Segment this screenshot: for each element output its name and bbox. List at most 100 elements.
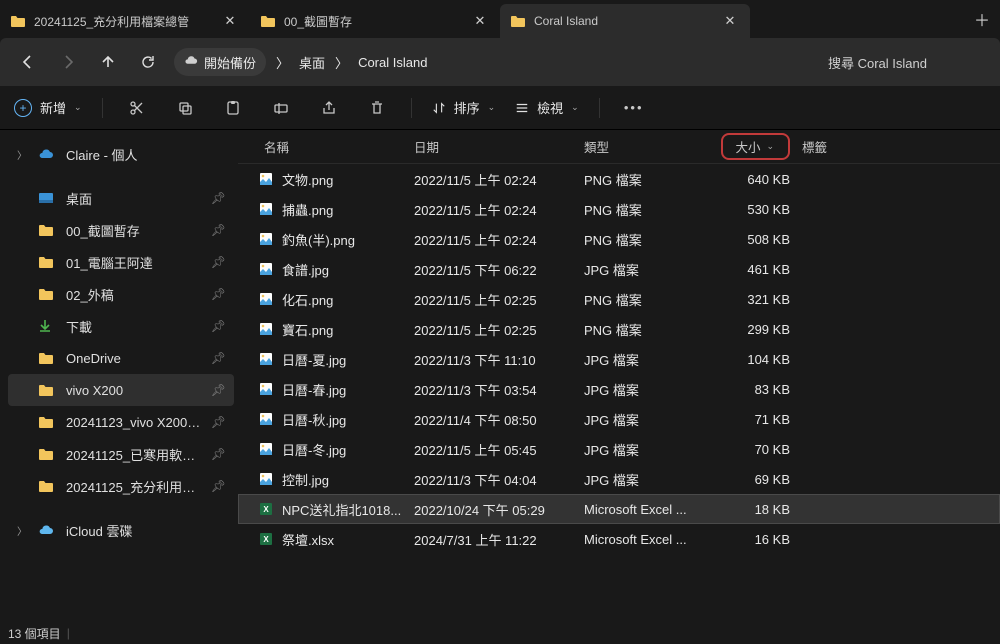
file-name: 日曆-秋.jpg (282, 410, 408, 429)
file-row[interactable]: 日曆-冬.jpg2022/11/5 上午 05:45JPG 檔案70 KB (238, 434, 1000, 464)
file-row[interactable]: 文物.png2022/11/5 上午 02:24PNG 檔案640 KB (238, 164, 1000, 194)
file-type: JPG 檔案 (578, 440, 708, 459)
pin-icon: 📌︎ (211, 447, 226, 461)
nav-icloud[interactable]: 〉 iCloud 雲碟 (8, 514, 234, 546)
file-size: 508 KB (708, 232, 796, 247)
sidebar-item[interactable]: OneDrive📌︎ (8, 342, 234, 374)
separator (599, 98, 600, 118)
column-header-name[interactable]: 名稱 (258, 137, 408, 156)
forward-button[interactable] (50, 44, 86, 80)
file-date: 2022/11/5 下午 06:22 (408, 260, 578, 279)
file-row[interactable]: 捕蟲.png2022/11/5 上午 02:24PNG 檔案530 KB (238, 194, 1000, 224)
pin-icon: 📌︎ (211, 415, 226, 429)
close-icon[interactable]: ✕ (220, 13, 240, 29)
tab[interactable]: 20241125_充分利用檔案總管✕ (0, 4, 250, 38)
cloud-sync-icon (184, 55, 198, 69)
file-date: 2022/11/5 上午 02:24 (408, 230, 578, 249)
tab[interactable]: Coral Island✕ (500, 4, 750, 38)
file-size: 70 KB (708, 442, 796, 457)
close-icon[interactable]: ✕ (720, 13, 740, 29)
file-name: 控制.jpg (282, 470, 408, 489)
navigation-pane[interactable]: 〉 Claire - 個人 桌面📌︎00_截圖暫存📌︎01_電腦王阿達📌︎02_… (0, 130, 238, 622)
sidebar-item[interactable]: 20241125_充分利用檔案總管📌︎ (8, 470, 234, 502)
sidebar-item-label: 02_外稿 (66, 285, 201, 304)
sidebar-item[interactable]: 00_截圖暫存📌︎ (8, 214, 234, 246)
sidebar-item-label: 20241125_充分利用檔案總管 (66, 477, 201, 496)
file-type-icon (258, 381, 274, 397)
pin-icon: 📌︎ (211, 351, 226, 365)
file-date: 2024/7/31 上午 11:22 (408, 530, 578, 549)
sidebar-item[interactable]: 下載📌︎ (8, 310, 234, 342)
new-tab-button[interactable]: ＋ (964, 7, 1000, 31)
file-row[interactable]: 釣魚(半).png2022/11/5 上午 02:24PNG 檔案508 KB (238, 224, 1000, 254)
plus-icon: + (14, 99, 32, 117)
file-row[interactable]: 食譜.jpg2022/11/5 下午 06:22JPG 檔案461 KB (238, 254, 1000, 284)
delete-button[interactable] (363, 94, 391, 122)
file-row[interactable]: 日曆-夏.jpg2022/11/3 下午 11:10JPG 檔案104 KB (238, 344, 1000, 374)
sidebar-item[interactable]: vivo X200📌︎ (8, 374, 234, 406)
download-icon (38, 318, 56, 334)
view-button[interactable]: 檢視 ⌄ (515, 98, 579, 117)
file-date: 2022/11/3 下午 04:04 (408, 470, 578, 489)
back-button[interactable] (10, 44, 46, 80)
breadcrumb[interactable]: 開始備份 〉 桌面 〉 Coral Island (170, 46, 816, 78)
file-size: 16 KB (708, 532, 796, 547)
crumb-current[interactable]: Coral Island (358, 55, 427, 70)
svg-text:X: X (263, 505, 269, 514)
column-header-date[interactable]: 日期 (408, 137, 578, 156)
search-input[interactable]: 搜尋 Coral Island (820, 53, 990, 72)
column-header-type[interactable]: 類型 (578, 137, 708, 156)
pin-icon: 📌︎ (211, 383, 226, 397)
file-date: 2022/11/3 下午 11:10 (408, 350, 578, 369)
column-header-tags[interactable]: 標籤 (796, 137, 854, 156)
cut-button[interactable] (123, 94, 151, 122)
file-row[interactable]: XNPC送礼指北1018...2022/10/24 下午 05:29Micros… (238, 494, 1000, 524)
file-date: 2022/11/5 上午 02:25 (408, 290, 578, 309)
file-type-icon (258, 351, 274, 367)
file-type: Microsoft Excel ... (578, 532, 708, 547)
chevron-right-icon: 〉 (16, 523, 28, 538)
file-row[interactable]: 日曆-春.jpg2022/11/3 下午 03:54JPG 檔案83 KB (238, 374, 1000, 404)
crumb-desktop[interactable]: 桌面 (299, 53, 325, 72)
more-button[interactable]: ••• (620, 94, 648, 122)
refresh-button[interactable] (130, 44, 166, 80)
up-button[interactable] (90, 44, 126, 80)
sidebar-item[interactable]: 20241123_vivo X200 Pro📌︎ (8, 406, 234, 438)
file-name: 捕蟲.png (282, 200, 408, 219)
file-date: 2022/11/5 上午 05:45 (408, 440, 578, 459)
sidebar-item[interactable]: 02_外稿 📌︎ (8, 278, 234, 310)
file-name: 化石.png (282, 290, 408, 309)
column-header-size[interactable]: 大小 ⌄ (708, 133, 796, 160)
folder-icon (38, 478, 56, 494)
file-name: 釣魚(半).png (282, 230, 408, 249)
close-icon[interactable]: ✕ (470, 13, 490, 29)
paste-button[interactable] (219, 94, 247, 122)
folder-icon (38, 446, 56, 462)
file-size: 321 KB (708, 292, 796, 307)
sidebar-item[interactable]: 桌面📌︎ (8, 182, 234, 214)
view-icon (515, 101, 529, 115)
tab[interactable]: 00_截圖暫存✕ (250, 4, 500, 38)
sort-button[interactable]: 排序 ⌄ (432, 98, 496, 117)
file-row[interactable]: 控制.jpg2022/11/3 下午 04:04JPG 檔案69 KB (238, 464, 1000, 494)
share-button[interactable] (315, 94, 343, 122)
nav-onedrive-personal[interactable]: 〉 Claire - 個人 (8, 138, 234, 170)
file-row[interactable]: X祭壇.xlsx2024/7/31 上午 11:22Microsoft Exce… (238, 524, 1000, 554)
rename-button[interactable] (267, 94, 295, 122)
file-size: 83 KB (708, 382, 796, 397)
file-name: 日曆-春.jpg (282, 380, 408, 399)
sidebar-item[interactable]: 01_電腦王阿達📌︎ (8, 246, 234, 278)
sidebar-item[interactable]: 20241125_已寒用軟體清單📌︎ (8, 438, 234, 470)
file-row[interactable]: 日曆-秋.jpg2022/11/4 下午 08:50JPG 檔案71 KB (238, 404, 1000, 434)
column-headers: 名稱 日期 類型 大小 ⌄ 標籤 (238, 130, 1000, 164)
pin-icon: 📌︎ (211, 287, 226, 301)
backup-pill[interactable]: 開始備份 (174, 48, 266, 76)
file-row[interactable]: 寶石.png2022/11/5 上午 02:25PNG 檔案299 KB (238, 314, 1000, 344)
file-name: NPC送礼指北1018... (282, 500, 408, 519)
file-row[interactable]: 化石.png2022/11/5 上午 02:25PNG 檔案321 KB (238, 284, 1000, 314)
copy-button[interactable] (171, 94, 199, 122)
file-date: 2022/11/3 下午 03:54 (408, 380, 578, 399)
new-button[interactable]: + 新增 ⌄ (14, 93, 82, 123)
status-bar: 13 個項目 | (0, 622, 1000, 644)
file-type-icon (258, 231, 274, 247)
